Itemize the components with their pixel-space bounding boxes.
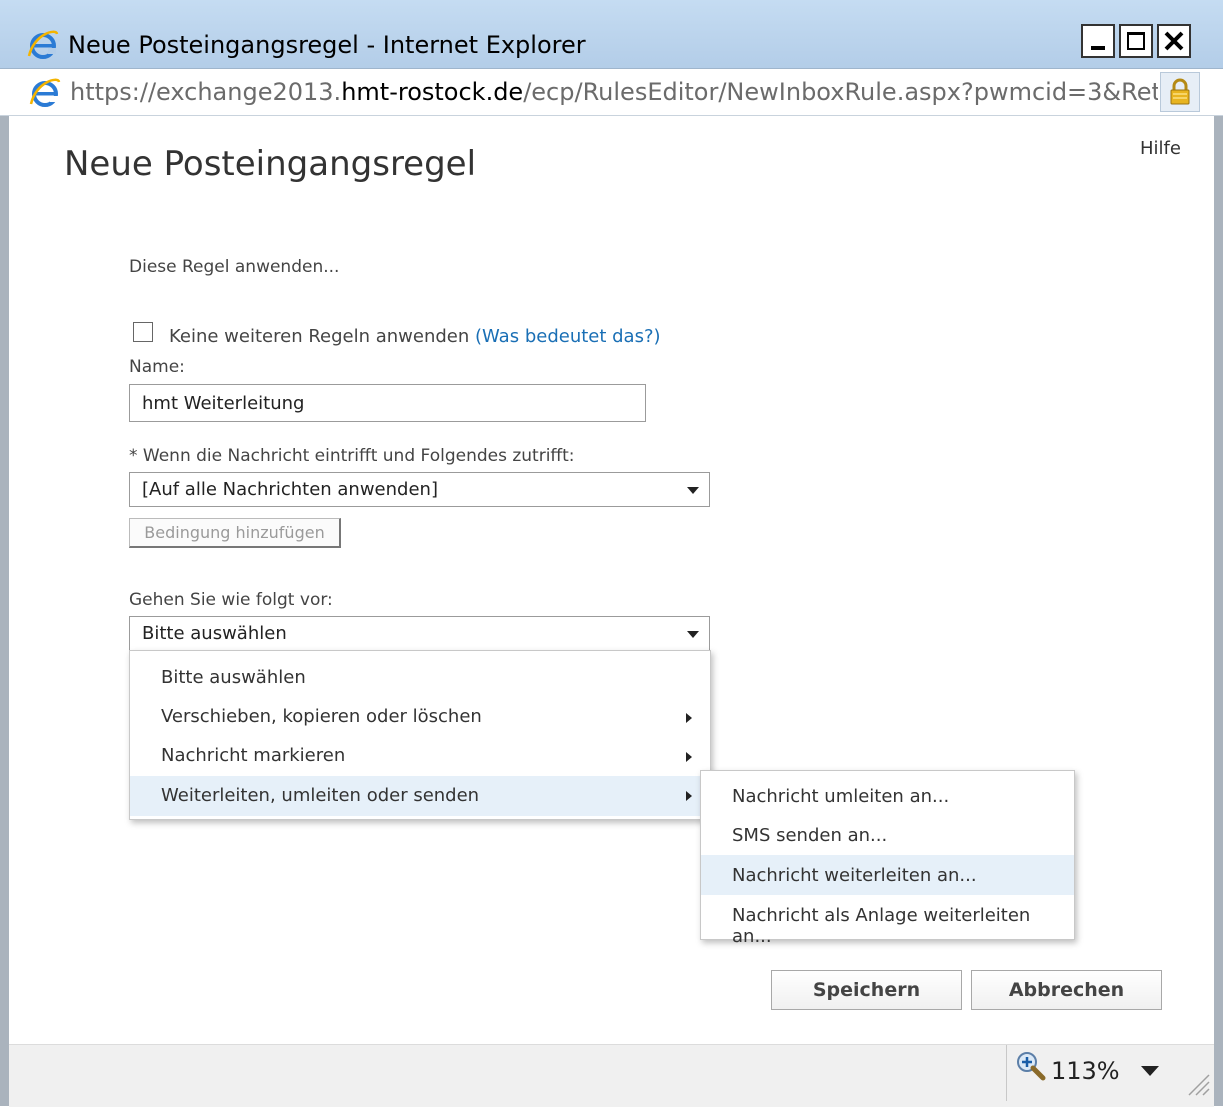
stop-rules-label: Keine weiteren Regeln anwenden (Was bede…: [169, 326, 661, 347]
action-select[interactable]: Bitte auswählen: [129, 616, 710, 651]
chevron-right-icon: [686, 713, 692, 723]
rule-intro-text: Diese Regel anwenden...: [129, 257, 340, 277]
add-condition-button[interactable]: Bedingung hinzufügen: [129, 518, 341, 548]
cancel-button[interactable]: Abbrechen: [971, 970, 1162, 1010]
name-label: Name:: [129, 357, 185, 377]
url-host: hmt-rostock.de: [341, 78, 524, 106]
window-title: Neue Posteingangsregel - Internet Explor…: [68, 31, 586, 59]
chevron-down-icon[interactable]: [1141, 1066, 1159, 1076]
submenu-item-weiterleiten[interactable]: Nachricht weiterleiten an...: [701, 855, 1074, 895]
security-lock-button[interactable]: [1160, 72, 1200, 112]
menu-item-markieren[interactable]: Nachricht markieren: [130, 737, 710, 775]
submenu-item-label: Nachricht weiterleiten an...: [732, 865, 977, 886]
zoom-level: 113%: [1051, 1057, 1120, 1085]
internet-explorer-icon: [29, 78, 61, 107]
menu-item-bitte-auswaehlen[interactable]: Bitte auswählen: [130, 659, 710, 697]
url-path: /ecp/RulesEditor/NewInboxRule.aspx?pwmci…: [523, 78, 1158, 106]
browser-window: Neue Posteingangsregel - Internet Explor…: [0, 0, 1223, 1107]
close-icon: [1164, 31, 1184, 51]
chevron-down-icon: [687, 487, 699, 494]
condition-select[interactable]: [Auf alle Nachrichten anwenden]: [129, 472, 710, 507]
address-bar[interactable]: https://exchange2013.hmt-rostock.de/ecp/…: [0, 69, 1223, 116]
url-text[interactable]: https://exchange2013.hmt-rostock.de/ecp/…: [70, 75, 1158, 109]
action-dropdown-menu: Bitte auswählen Verschieben, kopieren od…: [129, 650, 711, 820]
condition-select-value: [Auf alle Nachrichten anwenden]: [142, 479, 438, 500]
save-button[interactable]: Speichern: [771, 970, 962, 1010]
stop-rules-help-link[interactable]: (Was bedeutet das?): [475, 326, 661, 347]
zoom-control[interactable]: 113%: [1006, 1045, 1183, 1101]
submenu-item-sms[interactable]: SMS senden an...: [701, 816, 1074, 854]
menu-item-verschieben[interactable]: Verschieben, kopieren oder löschen: [130, 698, 710, 736]
resize-grip-icon[interactable]: [1185, 1061, 1211, 1097]
status-bar: 113%: [9, 1044, 1214, 1107]
help-link[interactable]: Hilfe: [1140, 138, 1181, 159]
minimize-button[interactable]: [1081, 24, 1115, 58]
submenu-item-anlage[interactable]: Nachricht als Anlage weiterleiten an...: [701, 896, 1074, 947]
menu-item-weiterleiten[interactable]: Weiterleiten, umleiten oder senden: [130, 776, 710, 816]
title-bar: Neue Posteingangsregel - Internet Explor…: [0, 0, 1223, 69]
stop-rules-text: Keine weiteren Regeln anwenden: [169, 326, 470, 347]
close-button[interactable]: [1157, 24, 1191, 58]
maximize-button[interactable]: [1119, 24, 1153, 58]
internet-explorer-icon: [27, 30, 59, 59]
zoom-in-icon: [1017, 1052, 1046, 1081]
forward-submenu: Nachricht umleiten an... SMS senden an..…: [700, 770, 1075, 947]
submenu-item-label: Nachricht als Anlage weiterleiten an...: [732, 905, 1031, 947]
menu-item-label: Nachricht markieren: [161, 745, 346, 766]
action-select-value: Bitte auswählen: [142, 623, 287, 644]
condition-label: * Wenn die Nachricht eintrifft und Folge…: [129, 446, 575, 466]
submenu-item-label: Nachricht umleiten an...: [732, 786, 950, 807]
submenu-item-label: SMS senden an...: [732, 825, 888, 846]
chevron-right-icon: [686, 791, 692, 801]
stop-rules-checkbox[interactable]: [133, 322, 153, 342]
menu-item-label: Verschieben, kopieren oder löschen: [161, 706, 482, 727]
page-title: Neue Posteingangsregel: [64, 144, 477, 184]
menu-item-label: Weiterleiten, umleiten oder senden: [161, 785, 480, 806]
menu-item-label: Bitte auswählen: [161, 667, 306, 688]
chevron-down-icon: [687, 631, 699, 638]
url-prefix: https://exchange2013.: [70, 78, 342, 106]
chevron-right-icon: [686, 752, 692, 762]
submenu-item-umleiten[interactable]: Nachricht umleiten an...: [701, 777, 1074, 815]
name-field[interactable]: [129, 384, 646, 422]
action-label: Gehen Sie wie folgt vor:: [129, 590, 333, 610]
lock-icon: [1170, 78, 1190, 105]
